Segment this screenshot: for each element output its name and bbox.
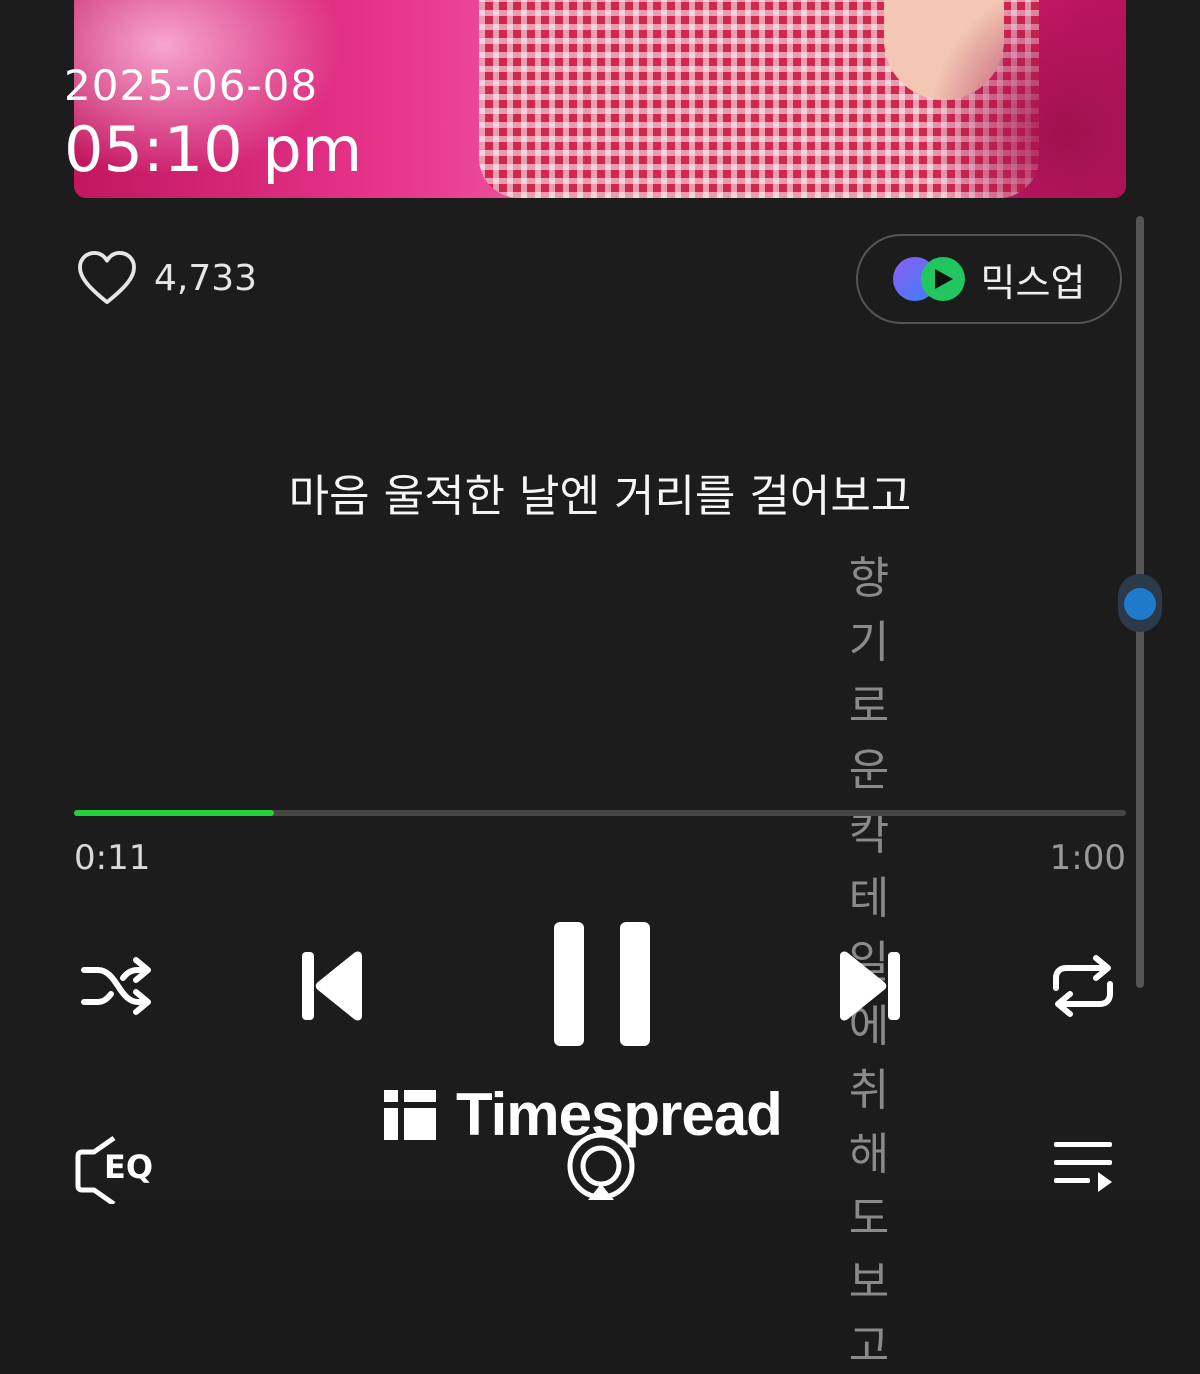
repeat-button[interactable]: [1048, 952, 1118, 1020]
progress-fill: [74, 810, 274, 816]
elapsed-time: 0:11: [74, 838, 151, 878]
timestamp-overlay: 2025-06-08 05:10 pm: [64, 60, 362, 188]
pause-icon: [554, 922, 650, 1046]
playlist-icon[interactable]: [1050, 1136, 1116, 1200]
scrollbar-thumb-dot[interactable]: [1124, 588, 1156, 620]
airplay-icon[interactable]: [564, 1132, 638, 1202]
like-count: 4,733: [154, 257, 258, 299]
date-text: 2025-06-08: [64, 61, 319, 110]
progress-bar[interactable]: [74, 810, 1126, 816]
heart-outline-icon: [78, 250, 136, 305]
mixup-button[interactable]: 믹스업: [856, 234, 1122, 324]
previous-button[interactable]: [298, 946, 368, 1026]
music-player-screen: 2025-06-08 05:10 pm 4,733 믹스업 마음 울적한 날엔 …: [0, 0, 1200, 1372]
eq-label[interactable]: EQ: [104, 1148, 153, 1186]
repeat-icon: [1053, 955, 1113, 1017]
shuffle-icon: [81, 957, 151, 1015]
time-text: 05:10 pm: [64, 113, 363, 186]
shuffle-button[interactable]: [78, 952, 154, 1020]
pause-button[interactable]: [552, 920, 652, 1048]
skip-next-icon: [840, 951, 900, 1021]
lyric-next-line[interactable]: 향기로운 칵테일에 취해도 보고: [834, 542, 904, 1372]
timespread-logo-icon: [384, 1089, 436, 1140]
mixup-label: 믹스업: [980, 260, 1086, 305]
next-button[interactable]: [834, 946, 904, 1026]
like-button[interactable]: 4,733: [76, 250, 257, 306]
skip-previous-icon: [302, 951, 362, 1021]
mixup-icon: [892, 257, 967, 301]
lyric-current-line[interactable]: 마음 울적한 날엔 거리를 걸어보고: [0, 460, 1200, 524]
album-art-shadow: [926, 0, 1126, 198]
total-duration: 1:00: [1049, 838, 1126, 878]
